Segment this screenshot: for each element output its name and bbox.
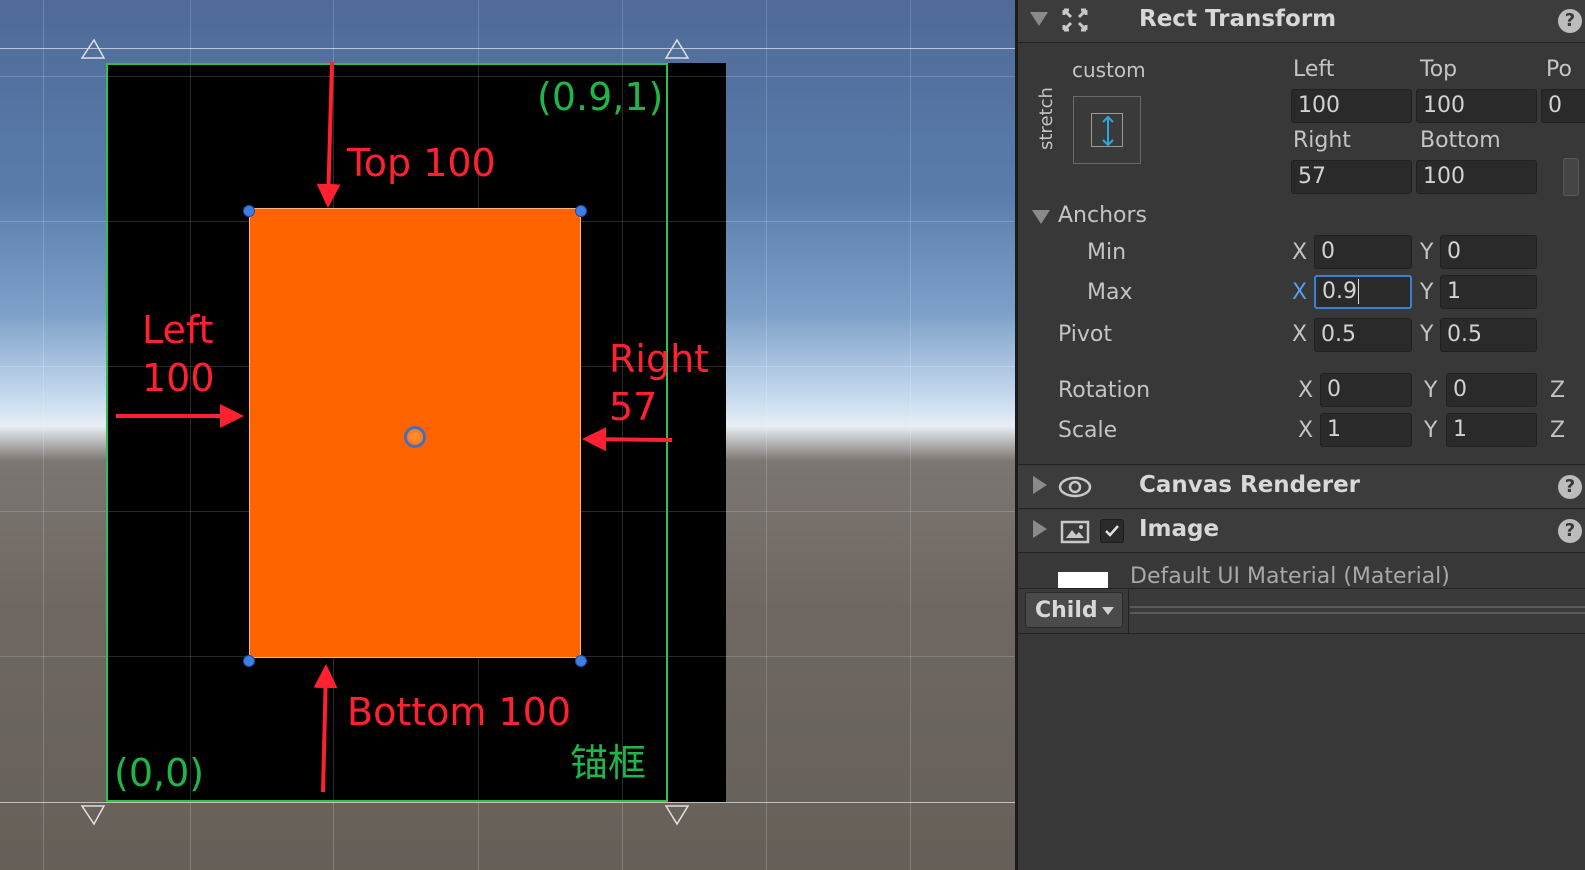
rotation-y-input[interactable]: 0 <box>1446 373 1537 407</box>
anchors-fold-icon[interactable] <box>1032 210 1050 224</box>
fold-arrow-icon[interactable] <box>1030 12 1048 26</box>
top-arrow <box>316 61 341 208</box>
anchor-min-y-input[interactable]: 0 <box>1440 235 1537 269</box>
annotation-arrows <box>80 38 690 826</box>
bottom-field-label: Bottom <box>1420 128 1501 153</box>
rect-transform-title: Rect Transform <box>1139 6 1337 32</box>
pivot-x-input[interactable]: 0.5 <box>1314 318 1412 352</box>
pivot-y-input[interactable]: 0.5 <box>1440 318 1537 352</box>
anchor-min-x-input[interactable]: 0 <box>1314 235 1412 269</box>
chevron-down-icon <box>1102 607 1114 615</box>
help-icon[interactable]: ? <box>1558 9 1582 33</box>
left-field-label: Left <box>1293 57 1335 82</box>
anchor-max-y-input[interactable]: 1 <box>1440 275 1537 309</box>
preset-side-label: stretch <box>1036 87 1057 150</box>
top-field-label: Top <box>1420 57 1458 82</box>
anchor-handle <box>664 805 690 826</box>
preview-bar: Child <box>1018 588 1585 634</box>
min-x-axis-label: X <box>1292 240 1308 265</box>
pivot-label: Pivot <box>1058 322 1113 347</box>
pivot-y-axis-label: Y <box>1420 322 1434 347</box>
image-header[interactable]: Image ? <box>1018 510 1585 553</box>
anchor-max-label: Max <box>1087 280 1133 305</box>
anchor-handle <box>80 38 106 59</box>
left-input[interactable]: 100 <box>1291 89 1412 123</box>
pivot-x-axis-label: X <box>1292 322 1308 347</box>
child-dropdown[interactable]: Child <box>1025 592 1123 628</box>
scale-y-axis-label: Y <box>1424 418 1438 443</box>
image-title: Image <box>1139 516 1220 542</box>
rotation-label: Rotation <box>1058 378 1151 403</box>
scene-view[interactable]: Top 100 Left 100 Right 57 Bottom 100 (0.… <box>0 0 1015 870</box>
right-input[interactable]: 57 <box>1291 160 1412 194</box>
scale-label: Scale <box>1058 418 1118 443</box>
anchor-max-x-input[interactable]: 0.9 <box>1314 275 1412 309</box>
bottom-label: Bottom 100 <box>347 690 571 734</box>
raw-edit-button[interactable] <box>1563 158 1579 196</box>
child-dropdown-label: Child <box>1035 598 1098 623</box>
bottom-input[interactable]: 100 <box>1416 160 1537 194</box>
inspector-panel: Rect Transform ? custom stretch Left Top… <box>1015 0 1585 870</box>
rotation-z-axis-label: Z <box>1550 378 1566 403</box>
scale-x-input[interactable]: 1 <box>1320 413 1412 447</box>
left-label: Left 100 <box>142 308 215 400</box>
anchor-handle <box>664 38 690 59</box>
fold-arrow-icon[interactable] <box>1033 520 1047 538</box>
top-input[interactable]: 100 <box>1416 89 1537 123</box>
right-arrow <box>582 427 673 452</box>
eye-icon <box>1058 476 1092 498</box>
rotation-x-axis-label: X <box>1298 378 1314 403</box>
fold-arrow-icon[interactable] <box>1033 476 1047 494</box>
right-label: Right 57 <box>609 337 710 429</box>
material-name: Default UI Material (Material) <box>1130 564 1450 589</box>
scale-x-axis-label: X <box>1298 418 1314 443</box>
stretch-vertical-icon <box>1102 115 1114 147</box>
anchor-min-label: (0,0) <box>114 751 205 795</box>
rotation-x-input[interactable]: 0 <box>1320 373 1412 407</box>
rotation-y-axis-label: Y <box>1424 378 1438 403</box>
anchor-frame-label: 锚框 <box>570 741 647 785</box>
anchor-handle <box>80 805 106 826</box>
canvas-renderer-header[interactable]: Canvas Renderer ? <box>1018 466 1585 509</box>
right-field-label: Right <box>1293 128 1351 153</box>
scale-z-axis-label: Z <box>1550 418 1566 443</box>
help-icon[interactable]: ? <box>1558 519 1582 543</box>
help-icon[interactable]: ? <box>1558 475 1582 499</box>
image-icon <box>1060 520 1090 544</box>
anchor-min-label: Min <box>1087 240 1127 265</box>
image-enabled-checkbox[interactable] <box>1100 519 1124 543</box>
scale-y-input[interactable]: 1 <box>1446 413 1537 447</box>
top-label: Top 100 <box>347 141 496 185</box>
pos-z-label: Po <box>1546 57 1572 82</box>
anchor-preset-button[interactable] <box>1073 96 1141 164</box>
pos-z-input[interactable]: 0 <box>1541 89 1585 123</box>
max-y-axis-label: Y <box>1420 280 1434 305</box>
preset-label: custom <box>1072 58 1146 82</box>
rect-transform-header[interactable]: Rect Transform ? <box>1018 0 1585 43</box>
drag-handle[interactable] <box>1130 606 1585 608</box>
anchor-max-label: (0.9,1) <box>537 75 664 119</box>
anchors-label: Anchors <box>1058 203 1147 228</box>
canvas-renderer-title: Canvas Renderer <box>1139 472 1361 498</box>
bottom-arrow <box>313 664 338 793</box>
min-y-axis-label: Y <box>1420 240 1434 265</box>
rect-transform-icon <box>1062 8 1088 32</box>
max-x-axis-label: X <box>1292 280 1308 305</box>
